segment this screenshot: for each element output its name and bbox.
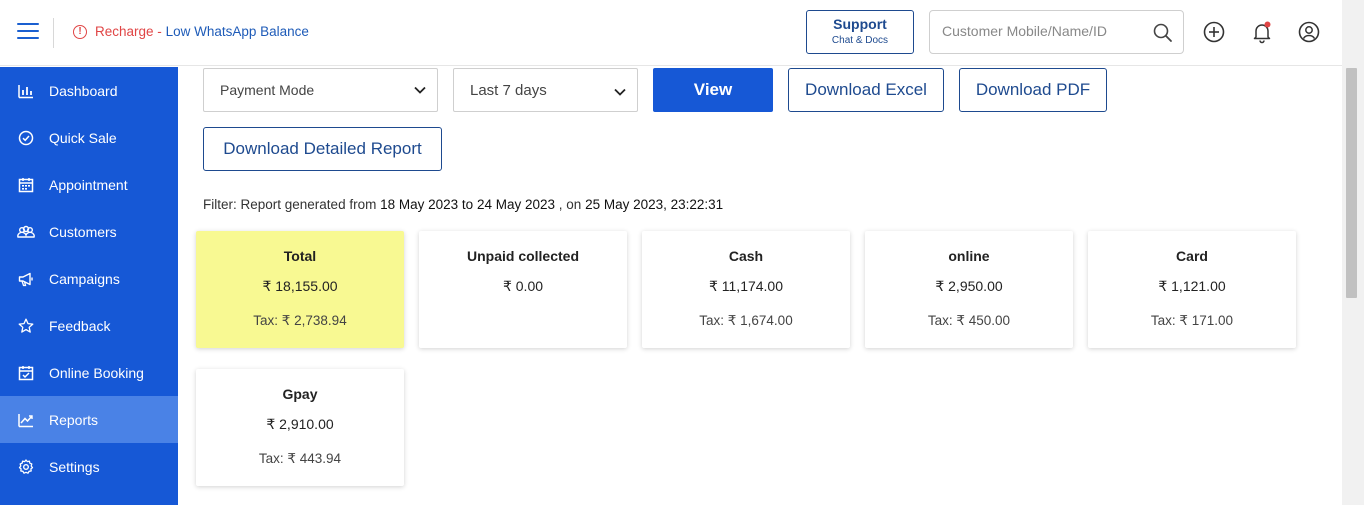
- filter-generated-at: 25 May 2023, 23:22:31: [585, 197, 724, 212]
- recharge-label: Recharge -: [95, 24, 162, 39]
- summary-card-total: Total ₹ 18,155.00 Tax: ₹ 2,738.94: [196, 231, 404, 348]
- filter-prefix: Filter: Report generated from: [203, 197, 377, 212]
- card-title: Total: [283, 248, 317, 264]
- chevron-down-icon: [613, 85, 627, 103]
- card-amount: ₹ 1,121.00: [1158, 278, 1226, 294]
- filter-to-word: to: [461, 197, 474, 212]
- sidebar-item-label: Reports: [49, 411, 99, 428]
- summary-card-gpay: Gpay ₹ 2,910.00 Tax: ₹ 443.94: [196, 369, 404, 486]
- sidebar-item-label: Appointment: [49, 176, 128, 193]
- card-amount: ₹ 18,155.00: [262, 278, 338, 294]
- sidebar-item-reports[interactable]: Reports: [0, 396, 178, 443]
- summary-card-card: Card ₹ 1,121.00 Tax: ₹ 171.00: [1088, 231, 1296, 348]
- card-tax: Tax: ₹ 171.00: [1150, 313, 1234, 328]
- sidebar-item-customers[interactable]: Customers: [0, 208, 178, 255]
- card-tax: Tax: ₹ 450.00: [927, 313, 1011, 328]
- download-excel-button[interactable]: Download Excel: [788, 68, 944, 112]
- card-tax: Tax: ₹ 2,738.94: [253, 313, 347, 328]
- support-subtitle: Chat & Docs: [831, 35, 889, 46]
- summary-card-unpaid-collected: Unpaid collected ₹ 0.00: [419, 231, 627, 348]
- card-amount: ₹ 2,910.00: [266, 416, 334, 432]
- sidebar-item-label: Dashboard: [49, 82, 118, 99]
- users-icon: [17, 223, 35, 241]
- chevron-down-icon: [413, 83, 427, 100]
- date-range-value: Last 7 days: [470, 81, 547, 99]
- search-icon[interactable]: [1153, 23, 1173, 48]
- sidebar-item-label: Customers: [49, 223, 117, 240]
- card-amount: ₹ 2,950.00: [935, 278, 1003, 294]
- sidebar: Dashboard Quick Sale Appointment Custome…: [0, 67, 178, 505]
- card-title: Cash: [728, 248, 764, 264]
- support-title: Support: [833, 16, 887, 32]
- card-title: Gpay: [282, 386, 318, 402]
- sidebar-item-appointment[interactable]: Appointment: [0, 161, 178, 208]
- download-pdf-button[interactable]: Download PDF: [959, 68, 1107, 112]
- sidebar-item-settings[interactable]: Settings: [0, 443, 178, 490]
- card-title: online: [948, 248, 990, 264]
- add-circle-icon[interactable]: [1202, 20, 1226, 44]
- customer-search: [929, 10, 1184, 54]
- card-tax: Tax: ₹ 1,674.00: [699, 313, 793, 328]
- summary-card-online: online ₹ 2,950.00 Tax: ₹ 450.00: [865, 231, 1073, 348]
- sidebar-item-label: Settings: [49, 458, 100, 475]
- card-amount: ₹ 0.00: [502, 278, 544, 294]
- download-detailed-report-button[interactable]: Download Detailed Report: [203, 127, 442, 171]
- megaphone-icon: [17, 270, 35, 288]
- card-tax: Tax: ₹ 443.94: [258, 451, 342, 466]
- bar-chart-icon: [17, 82, 35, 100]
- sidebar-item-feedback[interactable]: Feedback: [0, 302, 178, 349]
- payment-mode-select[interactable]: Payment Mode: [203, 68, 438, 112]
- divider: [53, 18, 54, 48]
- sidebar-item-dashboard[interactable]: Dashboard: [0, 67, 178, 114]
- filter-from-date: 18 May 2023: [380, 197, 459, 212]
- top-bar: ! Recharge - Low WhatsApp Balance Suppor…: [0, 0, 1344, 66]
- star-icon: [17, 317, 35, 335]
- card-title: Unpaid collected: [466, 248, 580, 264]
- bell-icon[interactable]: [1250, 20, 1274, 44]
- date-range-select[interactable]: Last 7 days: [453, 68, 638, 112]
- gear-icon: [17, 458, 35, 476]
- filter-to-date: 24 May 2023: [476, 197, 556, 212]
- sidebar-item-label: Feedback: [49, 317, 111, 334]
- main-content: Payment Mode Last 7 days View Download E…: [178, 67, 1342, 505]
- sidebar-item-label: Online Booking: [49, 364, 144, 381]
- summary-card-cash: Cash ₹ 11,174.00 Tax: ₹ 1,674.00: [642, 231, 850, 348]
- sidebar-item-online-booking[interactable]: Online Booking: [0, 349, 178, 396]
- sidebar-item-label: Quick Sale: [49, 129, 117, 146]
- user-circle-icon[interactable]: [1297, 20, 1321, 44]
- check-circle-icon: [17, 129, 35, 147]
- low-balance-label: Low WhatsApp Balance: [165, 24, 309, 39]
- view-button[interactable]: View: [653, 68, 773, 112]
- info-icon: !: [73, 24, 87, 39]
- sidebar-item-campaigns[interactable]: Campaigns: [0, 255, 178, 302]
- payment-mode-value: Payment Mode: [220, 82, 315, 98]
- line-chart-icon: [17, 411, 35, 429]
- sidebar-item-quick-sale[interactable]: Quick Sale: [0, 114, 178, 161]
- scrollbar-thumb[interactable]: [1346, 68, 1357, 298]
- card-amount: ₹ 11,174.00: [708, 278, 784, 294]
- menu-icon[interactable]: [17, 23, 39, 41]
- calendar-icon: [17, 176, 35, 194]
- filter-on-word: , on: [558, 197, 582, 212]
- sidebar-item-label: Campaigns: [49, 270, 120, 287]
- report-filter-summary: Filter: Report generated from 18 May 202…: [203, 197, 723, 212]
- search-input[interactable]: [942, 23, 1142, 39]
- page-scrollbar[interactable]: [1342, 0, 1364, 505]
- card-title: Card: [1176, 248, 1208, 264]
- recharge-alert-link[interactable]: ! Recharge - Low WhatsApp Balance: [73, 24, 309, 39]
- support-button[interactable]: Support Chat & Docs: [806, 10, 914, 54]
- calendar-check-icon: [17, 364, 35, 382]
